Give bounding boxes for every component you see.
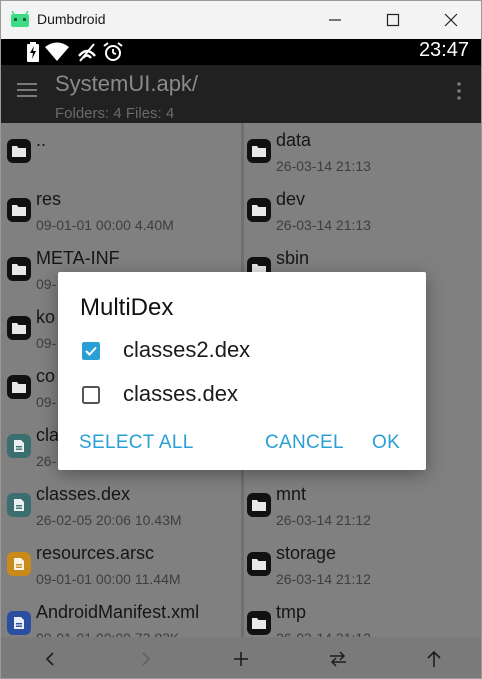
status-clock: 23:47 (418, 39, 469, 61)
dex-file-icon (7, 434, 31, 458)
maximize-icon (386, 13, 400, 27)
dex-file-icon (7, 493, 31, 517)
file-row[interactable]: .. (1, 123, 241, 182)
file-row[interactable]: data 26-03-14 21:13 (244, 123, 481, 182)
alarm-icon (103, 42, 123, 61)
file-meta: 26-03-14 21:13 (276, 217, 371, 233)
android-app-icon (11, 11, 29, 27)
folder-icon (247, 139, 271, 163)
folder-icon (247, 493, 271, 517)
file-meta: 26-03-14 21:12 (276, 630, 371, 637)
file-name: cla (36, 425, 60, 445)
dialog-option-classes-dex[interactable]: classes.dex (58, 374, 426, 418)
file-meta: 26-03-14 21:12 (276, 512, 371, 528)
option-label: classes.dex (123, 381, 238, 406)
android-status-bar: 23:47 (1, 39, 481, 65)
file-name: tmp (276, 602, 307, 622)
file-name: ko (36, 307, 56, 327)
action-bar: SystemUI.apk/ Folders: 4 Files: 4 (1, 65, 481, 123)
file-row[interactable]: AndroidManifest.xml 09-01-01 00:00 73.83K (1, 595, 241, 637)
dialog-title: MultiDex (80, 294, 174, 321)
close-button[interactable] (422, 1, 480, 39)
up-icon (427, 650, 441, 667)
forward-icon (142, 651, 151, 666)
file-name: co (36, 366, 56, 386)
maximize-button[interactable] (364, 1, 422, 39)
dialog-option-classes2-dex[interactable]: classes2.dex (58, 330, 426, 374)
file-name: resources.arsc (36, 543, 155, 563)
file-row[interactable]: classes.dex 26-02-05 20:06 10.43M (1, 477, 241, 536)
back-icon (45, 651, 54, 666)
folder-icon (7, 198, 31, 222)
forward-button[interactable] (116, 637, 176, 678)
file-meta: 09-01-01 00:00 73.83K (36, 630, 179, 637)
battery-charging-icon (27, 42, 39, 62)
folder-icon (247, 552, 271, 576)
option-label: classes2.dex (123, 337, 251, 362)
xml-file-icon (7, 611, 31, 635)
file-meta: 26-02-05 20:06 10.43M (36, 512, 182, 528)
add-button[interactable] (211, 637, 271, 678)
file-meta: 26-03-14 21:12 (276, 571, 371, 587)
wifi-icon (45, 42, 69, 61)
swap-panes-button[interactable] (308, 637, 368, 678)
file-name: AndroidManifest.xml (36, 602, 200, 622)
current-path-title: SystemUI.apk/ (55, 71, 199, 96)
file-name: data (276, 130, 312, 150)
checkbox-unchecked-icon[interactable] (82, 386, 100, 404)
folder-icon (7, 139, 31, 163)
file-name: META-INF (36, 248, 120, 268)
file-name: sbin (276, 248, 310, 268)
overflow-menu-icon[interactable] (453, 81, 465, 101)
hamburger-menu-icon[interactable] (17, 82, 37, 98)
minimize-button[interactable] (306, 1, 364, 39)
app-window: Dumbdroid 23:47 SystemUI.apk/ Folders: 4… (0, 0, 482, 679)
file-row[interactable]: storage 26-03-14 21:12 (244, 536, 481, 595)
folder-icon (7, 375, 31, 399)
file-row[interactable]: res 09-01-01 00:00 4.40M (1, 182, 241, 241)
multidex-dialog: MultiDex classes2.dex classes.dex SELECT… (58, 272, 426, 470)
bottom-toolbar (1, 637, 481, 678)
file-name: res (36, 189, 62, 209)
window-titlebar[interactable]: Dumbdroid (1, 1, 481, 39)
back-button[interactable] (20, 637, 80, 678)
file-name: dev (276, 189, 306, 209)
file-meta: 26- (36, 453, 57, 469)
file-row[interactable]: tmp 26-03-14 21:12 (244, 595, 481, 637)
folder-icon (247, 611, 271, 635)
arsc-file-icon (7, 552, 31, 576)
signal-off-icon (78, 43, 96, 62)
file-name: classes.dex (36, 484, 131, 504)
select-all-button[interactable]: SELECT ALL (79, 432, 194, 454)
file-name: mnt (276, 484, 307, 504)
file-meta: 09- (36, 276, 57, 292)
file-meta: 09-01-01 00:00 11.44M (36, 571, 181, 587)
folder-icon (7, 257, 31, 281)
file-meta: 26-03-14 21:13 (276, 158, 371, 174)
close-icon (444, 13, 458, 27)
add-icon (234, 651, 248, 666)
file-meta: 09- (36, 394, 57, 410)
window-title: Dumbdroid (37, 11, 106, 27)
folder-file-count: Folders: 4 Files: 4 (55, 105, 175, 122)
folder-icon (247, 198, 271, 222)
file-row[interactable]: resources.arsc 09-01-01 00:00 11.44M (1, 536, 241, 595)
file-meta: 09-01-01 00:00 4.40M (36, 217, 174, 233)
file-name: storage (276, 543, 337, 563)
folder-icon (7, 316, 31, 340)
file-meta: 09- (36, 335, 57, 351)
file-row[interactable]: dev 26-03-14 21:13 (244, 182, 481, 241)
cancel-button[interactable]: CANCEL (265, 432, 344, 454)
checkbox-checked-icon[interactable] (82, 342, 100, 360)
file-row[interactable]: mnt 26-03-14 21:12 (244, 477, 481, 536)
file-name: .. (36, 130, 47, 150)
ok-button[interactable]: OK (372, 432, 400, 454)
swap-icon (330, 650, 346, 667)
minimize-icon (329, 19, 341, 21)
up-directory-button[interactable] (404, 637, 464, 678)
